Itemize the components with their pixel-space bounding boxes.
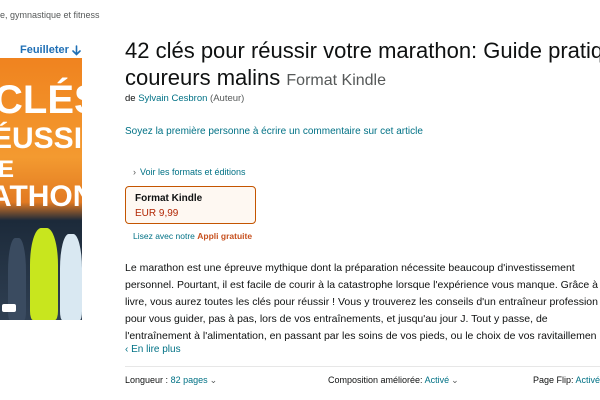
description-line: l'entraînement à l'alimentation, en pass… bbox=[125, 330, 597, 342]
write-review-link[interactable]: Soyez la première personne à écrire un c… bbox=[125, 124, 425, 139]
cover-title-line: CLÉS bbox=[0, 78, 82, 122]
description-line: pour vous guider, pas à pas, lors de vos… bbox=[125, 313, 548, 325]
chevron-down-icon[interactable]: ⌄ bbox=[451, 375, 459, 385]
free-app-link[interactable]: Appli gratuite bbox=[197, 231, 252, 241]
caret-right-icon: › bbox=[133, 167, 136, 177]
formats-link-label: Voir les formats et éditions bbox=[140, 167, 246, 177]
description-line: livre, vous aurez toutes les clés pour r… bbox=[125, 296, 598, 308]
publisher-logo bbox=[2, 304, 16, 312]
detail-page-flip: Page Flip: Activé bbox=[533, 375, 600, 385]
detail-label: Composition améliorée: bbox=[328, 375, 423, 385]
down-arrow-icon bbox=[72, 44, 81, 56]
preview-label: Feuilleter bbox=[20, 44, 69, 56]
kindle-app-line: Lisez avec notre Appli gratuite bbox=[133, 231, 252, 241]
description-line: Le marathon est une épreuve mythique don… bbox=[125, 262, 575, 274]
detail-length: Longueur : 82 pages ⌄ bbox=[125, 375, 217, 386]
caret-left-icon: ‹ bbox=[125, 344, 129, 355]
format-label: Format Kindle bbox=[286, 72, 386, 89]
cover-runner-shape bbox=[30, 228, 58, 320]
app-line-prefix: Lisez avec notre bbox=[133, 231, 195, 241]
book-description: Le marathon est une épreuve mythique don… bbox=[125, 260, 599, 345]
book-cover-image[interactable]: CLÉS ÉUSSIR E ATHON bbox=[0, 58, 82, 320]
author-role: (Auteur) bbox=[210, 93, 245, 104]
read-more-link[interactable]: ‹ En lire plus bbox=[125, 344, 181, 355]
byline: de Sylvain Cesbron (Auteur) bbox=[125, 93, 244, 104]
detail-value-link[interactable]: 82 pages bbox=[171, 375, 208, 385]
detail-enhanced-typesetting: Composition améliorée: Activé ⌄ bbox=[328, 375, 459, 386]
read-more-label: En lire plus bbox=[131, 344, 181, 355]
cover-runner-shape bbox=[60, 234, 82, 320]
cover-title-line: ATHON bbox=[0, 180, 82, 213]
format-swatch-kindle[interactable]: Format Kindle EUR 9,99 bbox=[125, 186, 256, 224]
title-text: coureurs malins bbox=[125, 65, 281, 90]
cover-title-line: ÉUSSIR bbox=[0, 122, 82, 155]
detail-value-link[interactable]: Activé bbox=[576, 375, 600, 385]
format-price: EUR 9,99 bbox=[135, 208, 179, 219]
byline-prefix: de bbox=[125, 93, 136, 104]
detail-value-link[interactable]: Activé bbox=[425, 375, 450, 385]
divider bbox=[125, 366, 600, 367]
product-title: 42 clés pour réussir votre marathon: Gui… bbox=[125, 37, 600, 94]
chevron-down-icon[interactable]: ⌄ bbox=[210, 375, 218, 385]
see-formats-link[interactable]: › Voir les formats et éditions bbox=[133, 167, 246, 177]
breadcrumb[interactable]: e, gymnastique et fitness bbox=[0, 10, 100, 20]
detail-label: Page Flip: bbox=[533, 375, 574, 385]
format-name: Format Kindle bbox=[135, 193, 203, 204]
detail-label: Longueur : bbox=[125, 375, 169, 385]
title-line-1: 42 clés pour réussir votre marathon: Gui… bbox=[125, 38, 600, 63]
author-link[interactable]: Sylvain Cesbron bbox=[138, 93, 207, 104]
title-line-2: coureurs malins Format Kindle bbox=[125, 64, 600, 94]
description-line: personnel. Pourtant, il est facile de co… bbox=[125, 279, 599, 291]
cover-title-line: E bbox=[0, 156, 15, 183]
preview-button[interactable]: Feuilleter bbox=[20, 44, 81, 56]
